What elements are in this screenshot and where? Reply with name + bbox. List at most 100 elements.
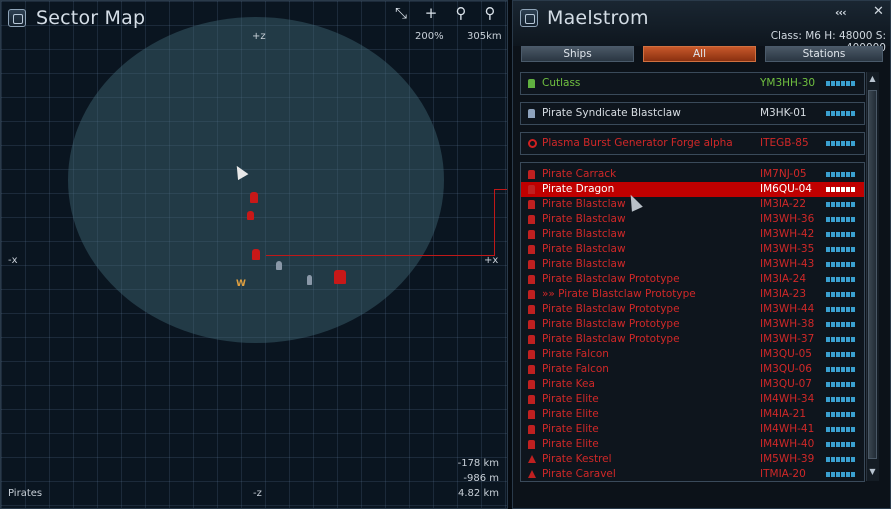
list-item[interactable]: Pirate Elite IM4IA-21 — [521, 407, 864, 422]
station-icon — [528, 139, 537, 148]
close-icon[interactable]: ✕ — [873, 4, 884, 19]
player-ship-marker[interactable] — [276, 261, 282, 270]
list-item[interactable]: Pirate Blastclaw Prototype IM3WH-38 — [521, 317, 864, 332]
hull-bar — [826, 457, 856, 462]
object-name: Pirate Falcon — [542, 348, 609, 360]
hull-bar — [826, 81, 856, 86]
object-id: IM3IA-23 — [760, 288, 807, 300]
ship-icon — [528, 350, 535, 359]
object-name: Pirate Syndicate Blastclaw — [542, 107, 681, 119]
list-item[interactable]: Pirate Syndicate Blastclaw M3HK-01 — [521, 106, 864, 121]
tab-all[interactable]: All — [643, 46, 756, 62]
ship-icon — [528, 275, 535, 284]
ship-marker[interactable] — [334, 270, 346, 284]
ship-icon — [528, 200, 535, 209]
list-item[interactable]: »» Pirate Blastclaw Prototype IM3IA-23 — [521, 287, 864, 302]
scale-y: -986 m — [463, 473, 499, 484]
window-menu-icon[interactable] — [8, 9, 26, 27]
object-id: IM3WH-44 — [760, 303, 815, 315]
list-item[interactable]: Plasma Burst Generator Forge alpha ITEGB-… — [521, 136, 864, 151]
list-group-own: Cutlass YM3HH-30 — [520, 72, 865, 95]
hull-bar — [826, 367, 856, 372]
object-name: Pirate Elite — [542, 438, 599, 450]
list-header: Maelstrom ‹‹‹ ✕ Class: M6 H: 48000 S: 40… — [513, 1, 890, 54]
zoom-level: 200% — [415, 31, 444, 42]
ship-marker[interactable] — [247, 211, 254, 220]
list-item[interactable]: Pirate Blastclaw IM3IA-22 — [521, 197, 864, 212]
tab-ships[interactable]: Ships — [521, 46, 634, 62]
hull-bar — [826, 172, 856, 177]
window-menu-icon[interactable] — [520, 9, 538, 27]
zoom-out-icon[interactable]: ⚲ — [480, 4, 500, 22]
hull-bar — [826, 397, 856, 402]
object-name: Pirate Blastclaw Prototype — [542, 273, 680, 285]
list-item[interactable]: Pirate Falcon IM3QU-05 — [521, 347, 864, 362]
list-item[interactable]: Pirate Blastclaw Prototype IM3WH-37 — [521, 332, 864, 347]
scroll-thumb[interactable] — [868, 90, 877, 459]
list-item[interactable]: Cutlass YM3HH-30 — [521, 76, 864, 91]
ship-icon — [528, 395, 535, 404]
object-id: IM4WH-34 — [760, 393, 815, 405]
ship-icon — [528, 365, 535, 374]
object-id: YM3HH-30 — [760, 77, 816, 89]
object-name: Pirate Carrack — [542, 168, 617, 180]
list-item[interactable]: Pirate Carrack IM7NJ-05 — [521, 167, 864, 182]
object-id: IM3WH-36 — [760, 213, 815, 225]
station-marker[interactable] — [307, 275, 312, 285]
list-item[interactable]: Pirate Blastclaw IM3WH-42 — [521, 227, 864, 242]
ship-marker-selected[interactable] — [252, 249, 260, 260]
list-group-pirates: Pirate Carrack IM7NJ-05 Pirate Dragon IM6QU… — [520, 162, 865, 482]
list-item[interactable]: Pirate Blastclaw IM3WH-35 — [521, 242, 864, 257]
map-range: 305km — [467, 31, 502, 42]
list-item[interactable]: Pirate Elite IM4WH-41 — [521, 422, 864, 437]
ship-icon — [528, 79, 535, 88]
hull-bar — [826, 412, 856, 417]
object-id: IM3IA-24 — [760, 273, 807, 285]
map-title: Sector Map — [36, 7, 146, 29]
object-id: IM4WH-40 — [760, 438, 815, 450]
scroll-up-icon[interactable]: ▲ — [868, 74, 877, 83]
list-item[interactable]: Pirate Kestrel IM5WH-39 — [521, 452, 864, 467]
ship-icon — [528, 305, 535, 314]
list-item[interactable]: Pirate Blastclaw IM3WH-36 — [521, 212, 864, 227]
hull-bar — [826, 292, 856, 297]
list-item[interactable]: Pirate Elite IM4WH-34 — [521, 392, 864, 407]
list-item[interactable]: Pirate Kea IM3QU-07 — [521, 377, 864, 392]
list-item[interactable]: Pirate Elite IM4WH-40 — [521, 437, 864, 452]
hull-bar — [826, 202, 856, 207]
list-item[interactable]: Pirate Dragon IM6QU-04 — [521, 182, 864, 197]
object-id: IM3QU-06 — [760, 363, 812, 375]
object-id: IM3IA-22 — [760, 198, 807, 210]
ship-icon — [528, 290, 535, 299]
ship-marker[interactable] — [250, 192, 258, 203]
object-name: Plasma Burst Generator Forge alpha — [542, 137, 733, 149]
list-item[interactable]: Pirate Caravel ITMIA-20 — [521, 467, 864, 482]
route-line — [266, 255, 495, 256]
list-item[interactable]: Pirate Falcon IM3QU-06 — [521, 362, 864, 377]
list-item[interactable]: Pirate Blastclaw Prototype IM3WH-44 — [521, 302, 864, 317]
list-item[interactable]: Pirate Blastclaw Prototype IM3IA-24 — [521, 272, 864, 287]
object-id: IM4IA-21 — [760, 408, 807, 420]
ship-icon — [528, 410, 535, 419]
hull-bar — [826, 262, 856, 267]
axis-right-label: +x — [484, 255, 499, 266]
hull-bar — [826, 337, 856, 342]
map-filter-status: Pirates — [8, 488, 43, 499]
object-id: IM6QU-04 — [760, 183, 812, 195]
collapse-arrows-icon[interactable]: ‹‹‹ — [835, 6, 847, 19]
scroll-down-icon[interactable]: ▼ — [868, 467, 877, 476]
object-id: IM3WH-38 — [760, 318, 815, 330]
list-item[interactable]: Pirate Blastclaw IM3WH-43 — [521, 257, 864, 272]
waypoint-marker[interactable]: W — [236, 279, 246, 289]
ship-icon — [528, 455, 536, 463]
zoom-in-icon[interactable]: ⚲ — [451, 4, 471, 22]
object-id: IM3QU-07 — [760, 378, 812, 390]
sector-map-panel[interactable]: Sector Map ⤡ + ⚲ ⚲ 200% 305km +z -z -x +… — [0, 0, 508, 509]
scale-z: 4.82 km — [458, 488, 499, 499]
object-name: Pirate Elite — [542, 408, 599, 420]
route-icon[interactable]: ⤡ — [391, 4, 411, 22]
zoom-in-plus-icon[interactable]: + — [421, 4, 441, 22]
tab-stations[interactable]: Stations — [765, 46, 883, 62]
object-name: Pirate Dragon — [542, 183, 615, 195]
axis-top-label: +z — [252, 31, 266, 42]
